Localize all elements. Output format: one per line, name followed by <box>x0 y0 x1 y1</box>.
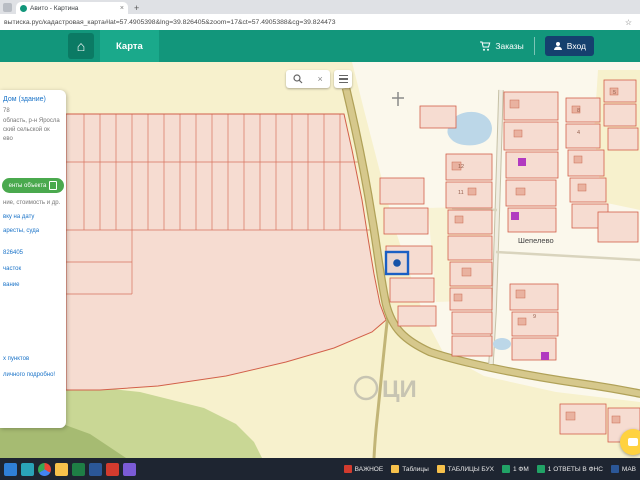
excel-icon[interactable] <box>72 462 85 476</box>
link-extract-date[interactable]: вку на дату <box>3 214 34 220</box>
object-info-panel: Дом (здание) 78 область, р-н Яросла ский… <box>0 90 66 428</box>
link-parcel[interactable]: часток <box>3 266 21 272</box>
map-search-box[interactable]: × <box>286 70 330 88</box>
folder-icon[interactable] <box>55 462 68 476</box>
tab-favicon-icon <box>20 4 27 12</box>
folder-icon <box>436 465 445 473</box>
selected-object-marker[interactable] <box>384 250 410 276</box>
link-settlements[interactable]: х пунктов <box>3 356 29 362</box>
link-arrests[interactable]: аресты, суда <box>3 228 39 234</box>
taskbar: ВАЖНОЕ Таблицы ТАБЛИЦЫ БУХ 1 ФМ 1 ОТВЕТЫ… <box>0 458 640 480</box>
app-icon-red[interactable] <box>106 462 119 476</box>
taskbar-item[interactable]: 1 ОТВЕТЫ В ФНС <box>536 465 603 473</box>
search-icon <box>293 74 303 84</box>
hamburger-icon <box>338 74 348 77</box>
taskbar-item[interactable]: МАВ <box>610 465 636 473</box>
docs-button-label: енты объекта <box>8 182 47 189</box>
svg-text:4: 4 <box>577 130 580 136</box>
object-documents-button[interactable]: енты объекта <box>2 178 64 193</box>
home-icon: ⌂ <box>76 38 86 54</box>
tab-close-icon[interactable]: × <box>120 5 124 12</box>
chat-button[interactable] <box>620 429 640 455</box>
tab-map[interactable]: Карта <box>100 30 159 62</box>
excel-icon <box>536 465 545 473</box>
taskbar-item[interactable]: 1 ФМ <box>502 465 529 473</box>
tab-title: Авито - Картина <box>30 4 79 12</box>
browser-tab[interactable]: Авито - Картина × <box>16 2 128 14</box>
site-header: ⌂ Карта Заказы Вход <box>0 30 640 62</box>
person-icon <box>553 42 562 50</box>
orders-button[interactable]: Заказы <box>479 40 524 52</box>
window-icon <box>3 3 12 12</box>
important-icon <box>343 465 352 473</box>
bookmark-star-icon[interactable]: ☆ <box>625 18 632 27</box>
home-button[interactable]: ⌂ <box>68 33 94 59</box>
svg-text:9: 9 <box>533 314 536 320</box>
link-more-details[interactable]: личного подробно! <box>3 372 55 378</box>
village-name-label: Шепелево <box>518 236 554 245</box>
svg-text:12: 12 <box>458 164 464 170</box>
object-title-link[interactable]: Дом (здание) <box>3 96 46 103</box>
object-address-line: ский сельской ок <box>3 127 50 133</box>
layers-menu-button[interactable] <box>334 70 352 88</box>
new-tab-button[interactable]: + <box>134 3 139 13</box>
folder-icon <box>391 465 400 473</box>
browser-tab-strip: Авито - Картина × + <box>0 0 640 14</box>
taskbar-item[interactable]: ТАБЛИЦЫ БУХ <box>436 465 494 473</box>
selected-object-dot <box>393 259 401 267</box>
cadastral-map[interactable]: Шепелево 8 4 12 11 5 9 ЦИ <box>0 62 640 458</box>
search-clear-icon[interactable]: × <box>318 74 323 84</box>
watermark-text: ЦИ <box>382 376 417 403</box>
taskbar-item[interactable]: Таблицы <box>391 465 429 473</box>
link-building[interactable]: вание <box>3 282 19 288</box>
object-info-line: ние, стоимость и др. <box>3 200 61 206</box>
orders-label: Заказы <box>495 41 524 51</box>
start-button-icon[interactable] <box>4 462 17 476</box>
object-address-line: область, р-н Яросла <box>3 118 60 124</box>
chrome-icon[interactable] <box>38 462 51 476</box>
login-label: Вход <box>566 41 586 51</box>
cart-icon <box>480 41 491 51</box>
url-text[interactable]: вытиска.рус/кадастровая_карта#lat=57.490… <box>4 19 604 26</box>
svg-text:5: 5 <box>613 90 616 96</box>
chat-icon <box>628 438 638 446</box>
excel-icon <box>502 465 510 473</box>
svg-text:8: 8 <box>577 108 580 114</box>
map-tab-label: Карта <box>116 40 143 52</box>
address-bar[interactable]: вытиска.рус/кадастровая_карта#lat=57.490… <box>0 14 640 31</box>
word-icon[interactable] <box>89 462 102 476</box>
header-divider <box>533 37 535 55</box>
word-icon <box>610 465 619 473</box>
app-icon-teal[interactable] <box>21 462 34 476</box>
taskbar-item[interactable]: ВАЖНОЕ <box>343 465 383 473</box>
document-icon <box>49 181 58 190</box>
app-icon-violet[interactable] <box>123 462 136 476</box>
login-button[interactable]: Вход <box>544 36 594 56</box>
object-code: 78 <box>3 108 10 114</box>
object-address-line: ево <box>3 136 13 142</box>
link-cadastral-number[interactable]: 826405 <box>3 250 23 256</box>
svg-text:11: 11 <box>458 190 464 196</box>
